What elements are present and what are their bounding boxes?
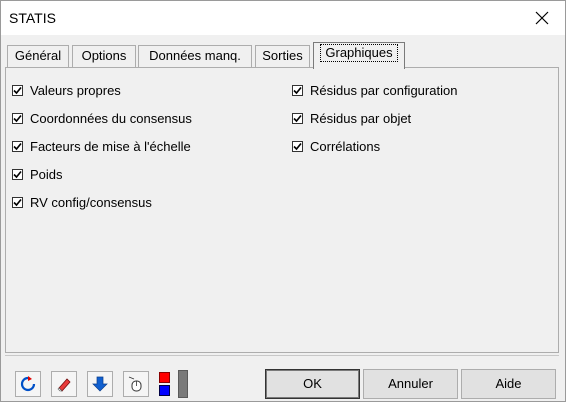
option-eigenvalues[interactable]: Valeurs propres xyxy=(12,81,121,99)
option-label: Résidus par configuration xyxy=(310,82,458,98)
reset-button[interactable] xyxy=(15,371,41,397)
ok-button[interactable]: OK xyxy=(265,369,360,399)
option-label: Facteurs de mise à l'échelle xyxy=(30,138,191,154)
dialog-body: Général Options Données manq. Sorties Gr… xyxy=(1,35,565,401)
checkbox[interactable] xyxy=(292,112,303,124)
divider xyxy=(5,355,559,356)
option-label: Poids xyxy=(30,166,63,182)
color-selector[interactable] xyxy=(157,370,171,398)
option-rv-config[interactable]: RV config/consensus xyxy=(12,193,152,211)
option-label: Valeurs propres xyxy=(30,82,121,98)
tab-missing-data[interactable]: Données manq. xyxy=(138,45,252,67)
reset-icon xyxy=(20,376,36,392)
option-consensus-coordinates[interactable]: Coordonnées du consensus xyxy=(12,109,192,127)
move-down-button[interactable] xyxy=(87,371,113,397)
checkbox[interactable] xyxy=(292,140,303,152)
window-title: STATIS xyxy=(9,10,56,26)
checkbox[interactable] xyxy=(12,84,23,96)
tab-graphics[interactable]: Graphiques xyxy=(313,42,405,69)
option-correlations[interactable]: Corrélations xyxy=(292,137,380,155)
mouse-select-icon xyxy=(128,376,142,392)
tab-options[interactable]: Options xyxy=(72,45,136,67)
color-swatch-red[interactable] xyxy=(159,372,170,383)
tab-outputs[interactable]: Sorties xyxy=(255,45,310,67)
option-scaling-factors[interactable]: Facteurs de mise à l'échelle xyxy=(12,137,191,155)
option-label: RV config/consensus xyxy=(30,194,152,210)
checkbox[interactable] xyxy=(12,196,23,208)
checkbox[interactable] xyxy=(12,168,23,180)
close-icon xyxy=(535,11,549,25)
close-button[interactable] xyxy=(519,1,565,35)
option-residuals-by-object[interactable]: Résidus par objet xyxy=(292,109,411,127)
option-label: Corrélations xyxy=(310,138,381,154)
checkbox[interactable] xyxy=(12,112,23,124)
arrow-down-icon xyxy=(92,376,108,392)
option-label: Coordonnées du consensus xyxy=(30,110,192,126)
graphics-panel: Valeurs propres Coordonnées du consensus… xyxy=(5,67,559,353)
eraser-button[interactable] xyxy=(51,371,77,397)
checkbox[interactable] xyxy=(292,84,303,96)
bottom-bar: OK Annuler Aide xyxy=(1,355,565,401)
eraser-icon xyxy=(57,378,71,392)
dialog-window: STATIS Général Options Données manq. Sor… xyxy=(0,0,566,402)
checkbox[interactable] xyxy=(12,140,23,152)
color-swatch-blue[interactable] xyxy=(159,385,170,396)
help-button[interactable]: Aide xyxy=(461,369,556,399)
color-bar[interactable] xyxy=(178,370,188,398)
option-residuals-by-configuration[interactable]: Résidus par configuration xyxy=(292,81,457,99)
tab-graphics-label: Graphiques xyxy=(320,44,398,62)
tab-general[interactable]: Général xyxy=(7,45,69,67)
title-bar: STATIS xyxy=(1,1,565,35)
option-label: Résidus par objet xyxy=(310,110,412,126)
cancel-button[interactable]: Annuler xyxy=(363,369,458,399)
option-weights[interactable]: Poids xyxy=(12,165,63,183)
select-range-button[interactable] xyxy=(123,371,149,397)
